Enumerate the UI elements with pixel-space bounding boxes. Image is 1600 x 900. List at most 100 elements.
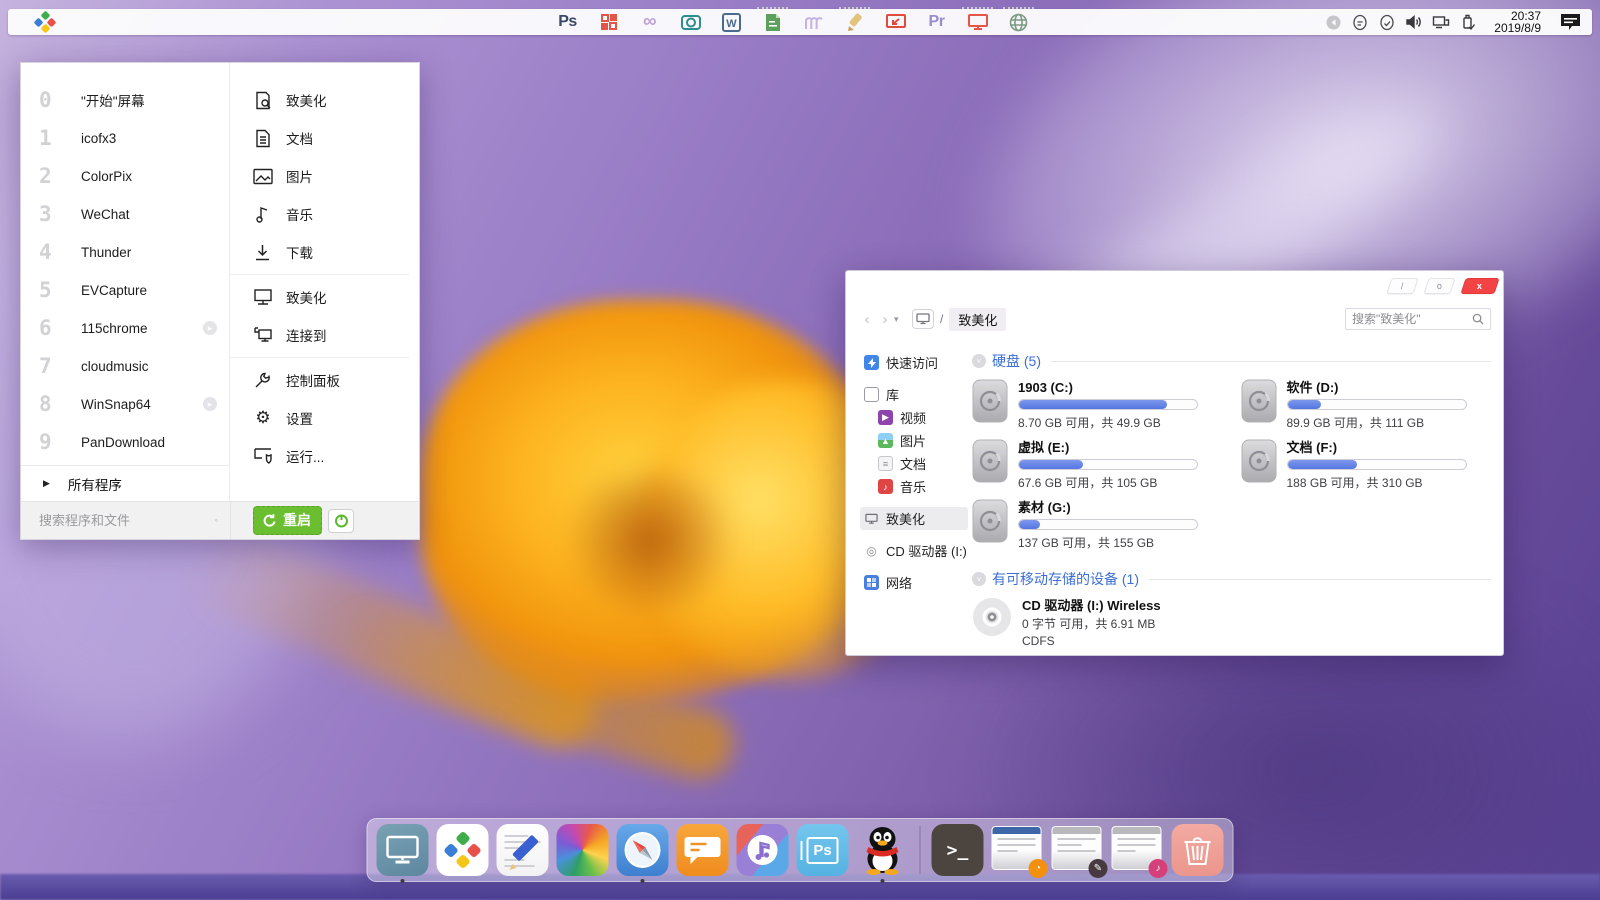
sidebar-music[interactable]: ♪ 音乐	[874, 475, 968, 498]
claw-m-icon[interactable]	[802, 11, 825, 33]
restart-button[interactable]: 重启	[253, 506, 322, 535]
forward-button[interactable]: ›	[876, 311, 894, 328]
start-item-wechat[interactable]: 3WeChat	[21, 195, 229, 233]
submenu-arrow-icon: ▸	[203, 321, 217, 335]
hidden-icons-icon[interactable]	[1324, 13, 1342, 31]
sidebar-network[interactable]: 网络	[860, 571, 968, 594]
drive-e[interactable]: 虚拟 (E:) 67.6 GB 可用，共 105 GB	[972, 439, 1223, 499]
window-controls: / o x	[1389, 278, 1497, 294]
photoshop-icon[interactable]: Ps	[556, 11, 579, 33]
premiere-icon[interactable]: Pr	[925, 11, 948, 33]
speech-bubble-icon	[684, 833, 722, 867]
start-place-music[interactable]: 音乐	[230, 195, 419, 233]
volume-icon[interactable]	[1405, 13, 1423, 31]
infinity-icon[interactable]: ∞	[638, 11, 661, 33]
word-icon[interactable]: W	[720, 11, 743, 33]
grid-blocks-icon[interactable]	[597, 11, 620, 33]
dock-photos-mosaic[interactable]	[557, 824, 609, 876]
wallpaper-stem	[181, 522, 610, 757]
start-place-computer[interactable]: 致美化	[230, 278, 419, 316]
start-item-evcapture[interactable]: 5EVCapture	[21, 271, 229, 309]
compass-icon	[623, 830, 663, 870]
qq-check-icon[interactable]	[1378, 13, 1396, 31]
section-removable-header[interactable]: ˅ 有可移动存储的设备 (1)	[972, 569, 1491, 589]
start-item-pandownload[interactable]: 9PanDownload	[21, 423, 229, 461]
clover-logo-icon[interactable]	[34, 11, 56, 33]
explorer-search-input[interactable]	[1352, 312, 1472, 326]
badge-orange-icon: ◔	[1029, 859, 1048, 878]
green-document-icon[interactable]	[761, 11, 784, 33]
explorer-search-box[interactable]	[1345, 308, 1491, 330]
start-place-connect-to[interactable]: 连接到	[230, 316, 419, 354]
history-dropdown-icon[interactable]: ▾	[894, 314, 908, 325]
action-center-icon[interactable]	[1560, 13, 1582, 31]
drive-g[interactable]: 素材 (G:) 137 GB 可用，共 155 GB	[972, 499, 1223, 559]
sidebar-pictures[interactable]: ▲ 图片	[874, 429, 968, 452]
sidebar-documents[interactable]: ≡ 文档	[874, 452, 968, 475]
start-item-colorpix[interactable]: 2ColorPix	[21, 157, 229, 195]
dock-window-preview-3[interactable]: ♪	[1112, 824, 1164, 876]
breadcrumb-current[interactable]: 致美化	[949, 308, 1006, 331]
start-place-documents[interactable]: 文档	[230, 119, 419, 157]
dock-messages-bubble[interactable]	[677, 824, 729, 876]
maximize-button[interactable]: o	[1423, 278, 1455, 294]
dock-notes-pencil[interactable]	[497, 824, 549, 876]
music-note-icon	[252, 204, 274, 224]
start-place-pictures[interactable]: 图片	[230, 157, 419, 195]
start-place-downloads[interactable]: 下载	[230, 233, 419, 271]
start-place-user-folder[interactable]: 致美化	[230, 81, 419, 119]
minimize-button[interactable]: /	[1386, 278, 1418, 294]
network-icon[interactable]	[1432, 13, 1450, 31]
dock-photoshop[interactable]: Ps	[797, 824, 849, 876]
drive-c[interactable]: 1903 (C:) 8.70 GB 可用，共 49.9 GB	[972, 379, 1223, 439]
section-harddisks-header[interactable]: ˅ 硬盘 (5)	[972, 351, 1491, 371]
display-icon[interactable]	[966, 11, 989, 33]
qq-chat-icon[interactable]	[1351, 13, 1369, 31]
start-item-icofx3[interactable]: 1icofx3	[21, 119, 229, 157]
drive-f[interactable]: 文档 (F:) 188 GB 可用，共 310 GB	[1241, 439, 1492, 499]
back-button[interactable]: ‹	[858, 311, 876, 328]
camera-icon[interactable]	[679, 11, 702, 33]
dock-window-preview-1[interactable]: ◔	[992, 824, 1044, 876]
globe-icon[interactable]	[1007, 11, 1030, 33]
wallpaper-flower-core	[560, 470, 740, 610]
start-item-winsnap64[interactable]: 8WinSnap64▸	[21, 385, 229, 423]
start-place-control-panel[interactable]: 控制面板	[230, 361, 419, 399]
drive-d[interactable]: 软件 (D:) 89.9 GB 可用，共 111 GB	[1241, 379, 1492, 439]
sidebar-this-pc[interactable]: 致美化	[860, 507, 968, 530]
cd-drive-item[interactable]: CD 驱动器 (I:) Wireless 0 字节 可用，共 6.91 MB C…	[972, 597, 1491, 648]
brush-icon[interactable]	[843, 11, 866, 33]
dock-terminal[interactable]: >_	[932, 824, 984, 876]
usb-safe-remove-icon[interactable]	[1459, 13, 1477, 31]
start-item-115chrome[interactable]: 6115chrome▸	[21, 309, 229, 347]
start-place-run[interactable]: 运行...	[230, 437, 419, 475]
dock-finder-monitor[interactable]	[377, 824, 429, 876]
system-tray: 20:37 2019/8/9	[1324, 9, 1582, 35]
start-item-thunder[interactable]: 4Thunder	[21, 233, 229, 271]
dock-qq-penguin[interactable]	[857, 824, 909, 876]
close-button[interactable]: x	[1460, 278, 1499, 294]
start-search-box[interactable]	[21, 502, 231, 539]
start-search-input[interactable]	[39, 513, 215, 528]
dock-safari-compass[interactable]	[617, 824, 669, 876]
all-programs-button[interactable]: ▶所有程序	[21, 465, 229, 501]
screen-capture-icon[interactable]	[884, 11, 907, 33]
power-button[interactable]	[328, 509, 354, 533]
this-pc-icon[interactable]	[912, 309, 934, 329]
sidebar-cd-drive[interactable]: ◎ CD 驱动器 (I:)	[860, 539, 968, 562]
power-icon	[334, 513, 349, 528]
sidebar-videos[interactable]: ▶ 视频	[874, 406, 968, 429]
start-item-start-screen[interactable]: 0"开始"屏幕	[21, 81, 229, 119]
collapse-chevron-icon: ˅	[972, 354, 986, 368]
photoshop-label: Ps	[806, 837, 838, 864]
sidebar-quick-access[interactable]: 快速访问	[860, 351, 968, 374]
digit-4-icon: 4	[39, 240, 69, 264]
dock-music-player[interactable]	[737, 824, 789, 876]
dock-window-preview-2[interactable]: ✎	[1052, 824, 1104, 876]
sidebar-libraries[interactable]: 库	[860, 383, 968, 406]
start-place-settings[interactable]: ⚙ 设置	[230, 399, 419, 437]
start-item-cloudmusic[interactable]: 7cloudmusic	[21, 347, 229, 385]
dock-clover-launcher[interactable]	[437, 824, 489, 876]
digit-2-icon: 2	[39, 164, 69, 188]
dock-trash[interactable]	[1172, 824, 1224, 876]
